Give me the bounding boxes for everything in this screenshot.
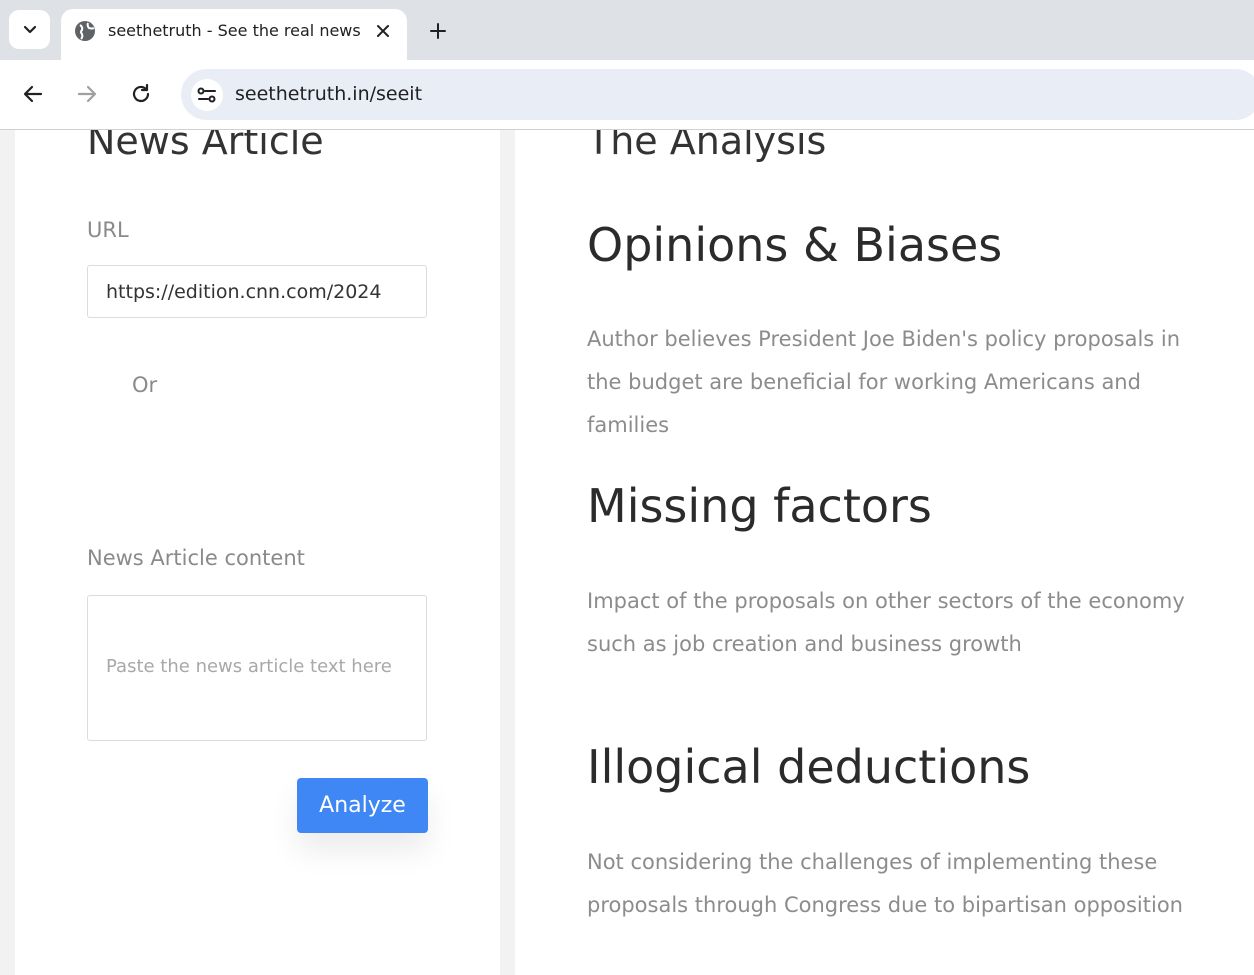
reload-icon [132,83,150,103]
tab-title: seethetruth - See the real news [108,21,361,40]
browser-tab-bar: seethetruth - See the real news [0,0,1254,60]
content-label: News Article content [87,546,305,570]
analysis-title: The Analysis [587,130,827,163]
arrow-left-icon [23,85,43,103]
form-title: News Article [87,130,324,163]
url-text[interactable]: seethetruth.in/seeit [235,83,422,105]
site-info-button[interactable] [191,79,223,111]
back-button[interactable] [19,80,47,108]
reload-button[interactable] [127,80,155,108]
opinions-biases-text: Author believes President Joe Biden's po… [587,327,1181,437]
browser-tab[interactable]: seethetruth - See the real news [61,9,407,60]
tab-search-button[interactable] [9,10,50,49]
plus-icon [430,23,446,39]
chevron-down-icon [23,25,36,33]
article-content-textarea[interactable] [87,595,427,741]
url-input[interactable] [87,265,427,318]
browser-toolbar: seethetruth.in/seeit [0,60,1254,130]
analyze-button[interactable]: Analyze [297,778,428,833]
globe-icon [75,21,95,41]
url-label: URL [87,218,129,242]
tune-icon [197,87,216,103]
missing-factors-text: Impact of the proposals on other sectors… [587,589,1185,656]
address-bar[interactable]: seethetruth.in/seeit [181,69,1254,120]
illogical-deductions-heading: Illogical deductions [587,740,1031,794]
analysis-panel: The Analysis Opinions & Biases Author be… [515,130,1254,975]
new-tab-button[interactable] [424,17,452,45]
arrow-right-icon [77,85,97,103]
missing-factors-heading: Missing factors [587,479,932,533]
illogical-deductions-text: Not considering the challenges of implem… [587,850,1183,917]
or-label: Or [132,373,158,397]
forward-button[interactable] [73,80,101,108]
article-input-panel: News Article URL Or News Article content… [15,130,500,975]
close-icon [377,25,389,37]
opinions-biases-heading: Opinions & Biases [587,218,1003,272]
close-tab-button[interactable] [371,19,395,43]
